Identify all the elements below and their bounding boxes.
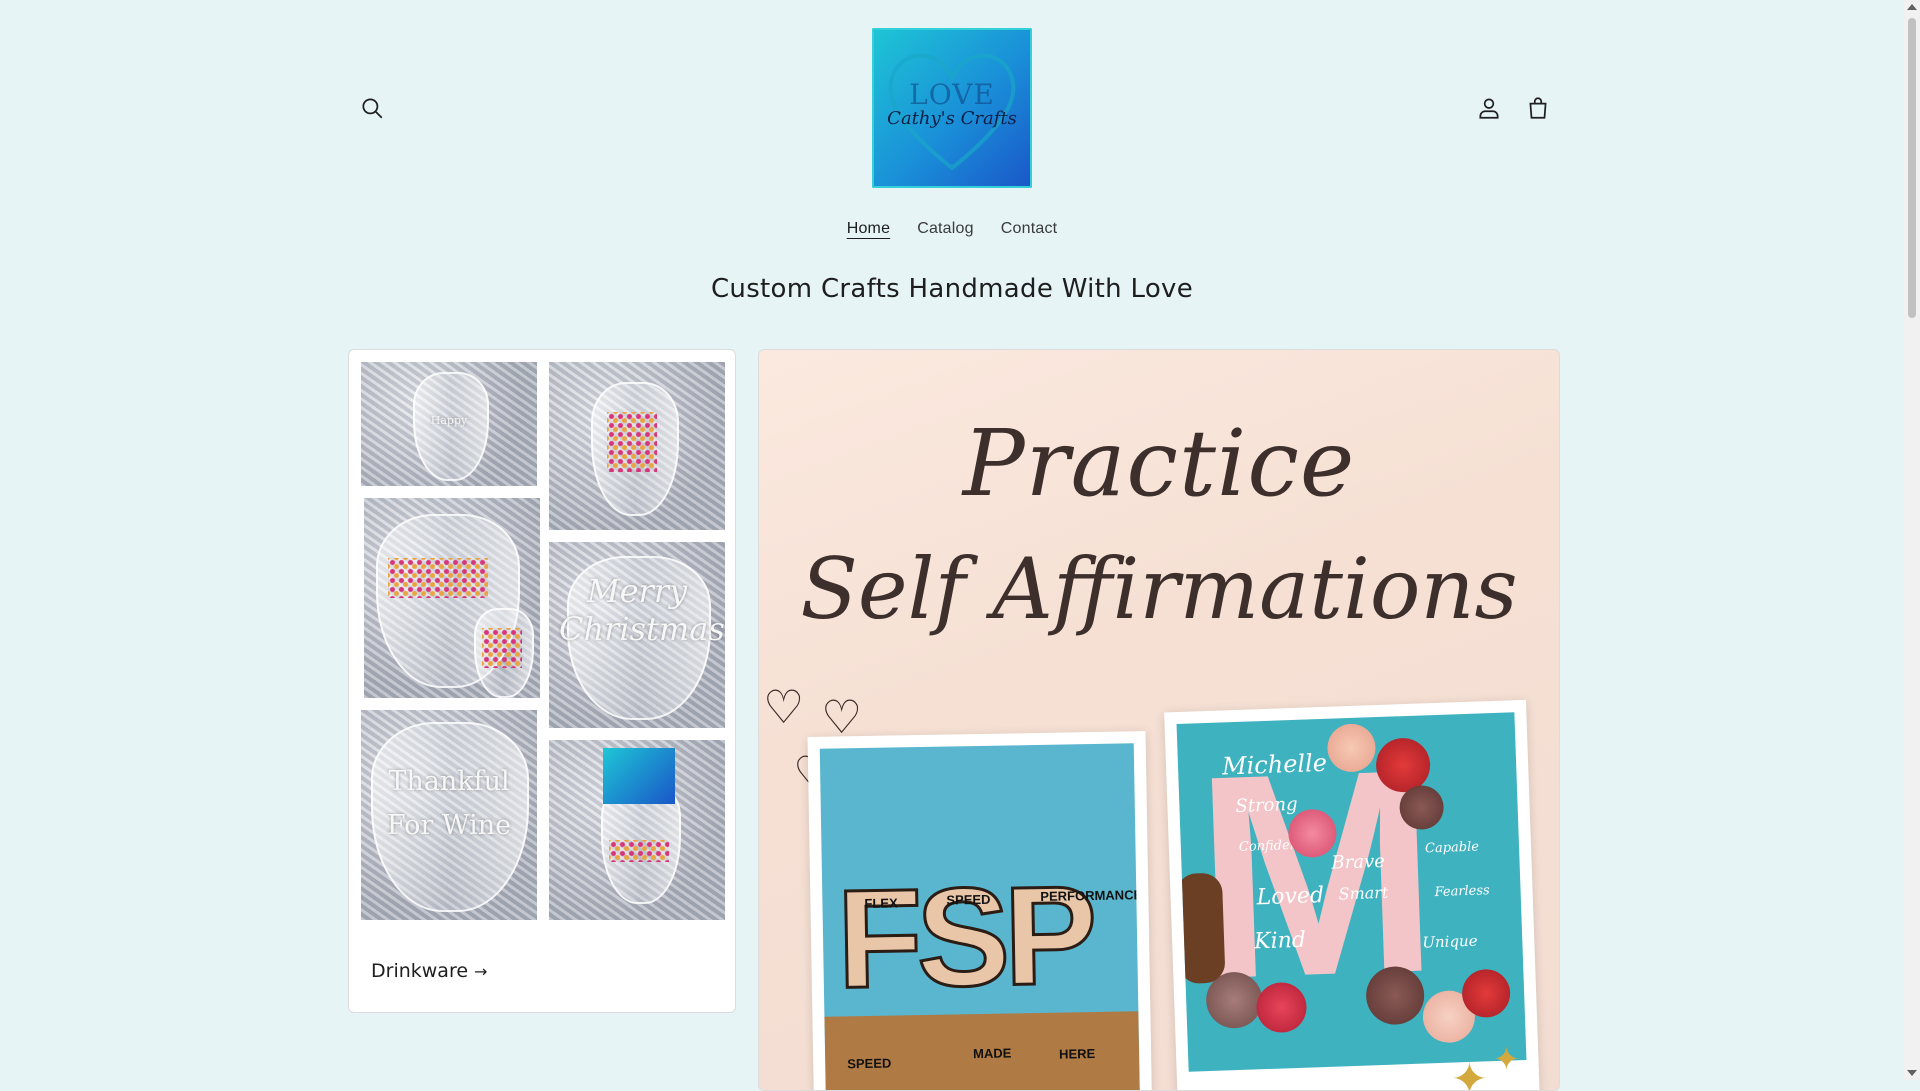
glass-text: Merry Christmas xyxy=(559,572,725,648)
search-icon[interactable] xyxy=(352,88,392,128)
drinkware-photo xyxy=(549,362,725,530)
scroll-down-arrow-icon[interactable] xyxy=(1907,1070,1917,1076)
fsp-letters-photo: FSP FLEX SPEED PERFORMANCE MADE HERE SPE… xyxy=(807,731,1153,1090)
glass-text: Happy xyxy=(430,414,468,427)
monogram-word: Brave xyxy=(1331,850,1386,874)
monogram-photo: M Michelle Strong Confident Brave Smart … xyxy=(1164,699,1540,1090)
store-logo[interactable]: LOVE Cathy's Crafts xyxy=(872,28,1032,188)
nav-item-catalog[interactable]: Catalog xyxy=(917,216,974,242)
fsp-label: FLEX xyxy=(864,895,898,912)
sparkle-icon: ✦ xyxy=(1451,1055,1488,1091)
page: LOVE Cathy's Crafts Home Catalog Contact… xyxy=(0,0,1904,1091)
cart-icon[interactable] xyxy=(1518,88,1558,128)
drinkware-label: Drinkware xyxy=(371,960,469,982)
fsp-letters: FSP xyxy=(834,855,1094,1019)
promo-title-line2: Self Affirmations xyxy=(800,540,1518,638)
fsp-label: PERFORMANCE xyxy=(1040,887,1140,904)
monogram-word: Capable xyxy=(1424,839,1480,857)
promo-banner[interactable]: Practice Self Affirmations ♡ ♡ ♡ FSP FLE… xyxy=(758,349,1560,1091)
monogram-word: Michelle xyxy=(1221,748,1328,781)
account-icon[interactable] xyxy=(1469,88,1509,128)
monogram-word: Kind xyxy=(1253,927,1307,955)
nav-item-contact[interactable]: Contact xyxy=(1001,216,1058,242)
monogram-word: Fearless xyxy=(1434,883,1490,901)
arrow-right-icon: → xyxy=(474,961,488,981)
promo-title-line1: Practice xyxy=(962,410,1356,517)
monogram-word: Loved xyxy=(1256,882,1325,911)
monogram-word: Unique xyxy=(1422,931,1478,952)
drinkware-photo xyxy=(364,498,540,698)
drinkware-photo: Merry Christmas xyxy=(549,542,725,728)
sparkle-icon: ✦ xyxy=(1493,1041,1520,1077)
main-nav: Home Catalog Contact xyxy=(0,216,1904,242)
scroll-thumb[interactable] xyxy=(1908,18,1916,318)
collection-card-drinkware[interactable]: Happy Merry Christmas Thankful For Wine … xyxy=(348,349,736,1013)
fsp-label: SPEED xyxy=(946,891,991,908)
drinkware-photo: Happy xyxy=(361,362,537,486)
logo-store-name: Cathy's Crafts xyxy=(887,108,1017,129)
page-headline: Custom Crafts Handmade With Love xyxy=(710,274,1194,304)
glass-text: Thankful For Wine xyxy=(386,766,512,841)
fsp-label: MADE xyxy=(972,1045,1012,1062)
drinkware-photo xyxy=(549,740,725,920)
monogram-word: Smart xyxy=(1338,882,1389,904)
nav-item-home[interactable]: Home xyxy=(847,216,890,242)
fsp-label: HERE xyxy=(1058,1046,1096,1062)
drinkware-photo: Thankful For Wine xyxy=(361,710,537,920)
logo-love-text: LOVE xyxy=(909,78,995,111)
monogram-word: Strong xyxy=(1235,793,1298,818)
scroll-up-arrow-icon[interactable] xyxy=(1907,4,1917,10)
fsp-label: SPEED xyxy=(847,1055,892,1072)
heart-doodle-icon: ♡ xyxy=(763,681,805,733)
drinkware-link[interactable]: Drinkware → xyxy=(371,960,487,982)
page-scrollbar[interactable] xyxy=(1904,0,1920,1080)
